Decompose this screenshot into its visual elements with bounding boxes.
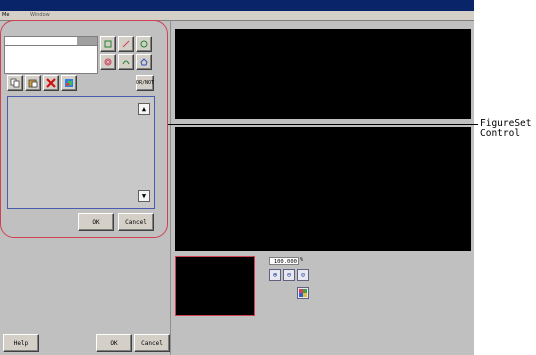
image-view-main[interactable] <box>175 127 471 251</box>
panel-cancel-button[interactable]: Cancel <box>118 213 154 231</box>
zoom-out-button[interactable]: ⊖ <box>283 269 295 281</box>
zoom-fit-icon: ⊙ <box>300 271 306 279</box>
figure-list-header <box>5 37 77 46</box>
zoom-unit: % <box>300 257 304 263</box>
rectangle-icon <box>104 40 112 48</box>
circle-icon <box>140 40 148 48</box>
zoom-out-icon: ⊖ <box>286 271 292 279</box>
wide-arc-button[interactable] <box>118 54 134 70</box>
zoom-in-icon: ⊕ <box>272 271 278 279</box>
color-icon <box>65 79 73 87</box>
callout-leader-line <box>168 124 478 125</box>
circle-button[interactable] <box>136 36 152 52</box>
triangle-up-icon: ▲ <box>141 105 147 113</box>
triangle-down-icon: ▼ <box>141 192 147 200</box>
line-icon <box>122 40 130 48</box>
image-settings-icon <box>299 289 307 297</box>
rectangle-button[interactable] <box>100 36 116 52</box>
thumbnail-view[interactable] <box>175 256 255 316</box>
zoom-fit-button[interactable]: ⊙ <box>297 269 309 281</box>
line-button[interactable] <box>118 36 134 52</box>
menu-tab-main[interactable]: Me <box>2 12 9 18</box>
or-not-button[interactable]: OR/NOT <box>136 75 154 91</box>
callout-label: FigureSet Control <box>480 119 531 139</box>
application-window: Me Window OR/NOT ▲ ▼ OK Cancel 100.000 %… <box>0 0 474 355</box>
scroll-up-button[interactable]: ▲ <box>138 103 150 115</box>
callout-label-line-2: Control <box>480 128 521 139</box>
ellipse-button[interactable] <box>100 54 116 70</box>
delete-button[interactable] <box>43 75 59 91</box>
polygon-button[interactable] <box>136 54 152 70</box>
zoom-value-field[interactable]: 100.000 <box>269 257 299 265</box>
image-view-top[interactable] <box>175 29 471 119</box>
copy-icon <box>10 78 20 88</box>
wide-arc-icon <box>122 60 130 65</box>
figure-list[interactable]: ▲ ▼ <box>7 96 155 209</box>
figure-list-box[interactable] <box>4 36 98 74</box>
panel-ok-button[interactable]: OK <box>78 213 114 231</box>
paste-icon <box>28 79 38 88</box>
ellipse-icon <box>104 58 112 66</box>
help-button[interactable]: Help <box>3 334 39 352</box>
zoom-in-button[interactable]: ⊕ <box>269 269 281 281</box>
title-bar <box>0 0 474 11</box>
paste-button[interactable] <box>25 75 41 91</box>
copy-button[interactable] <box>7 75 23 91</box>
figure-list-header-cell <box>77 37 97 46</box>
cancel-button[interactable]: Cancel <box>134 334 170 352</box>
ok-button[interactable]: OK <box>96 334 132 352</box>
image-settings-button[interactable] <box>297 287 309 299</box>
color-button[interactable] <box>61 75 77 91</box>
scroll-down-button[interactable]: ▼ <box>138 190 150 202</box>
delete-icon <box>46 78 56 88</box>
polygon-icon <box>140 58 148 66</box>
menu-tab-window[interactable]: Window <box>30 12 50 18</box>
